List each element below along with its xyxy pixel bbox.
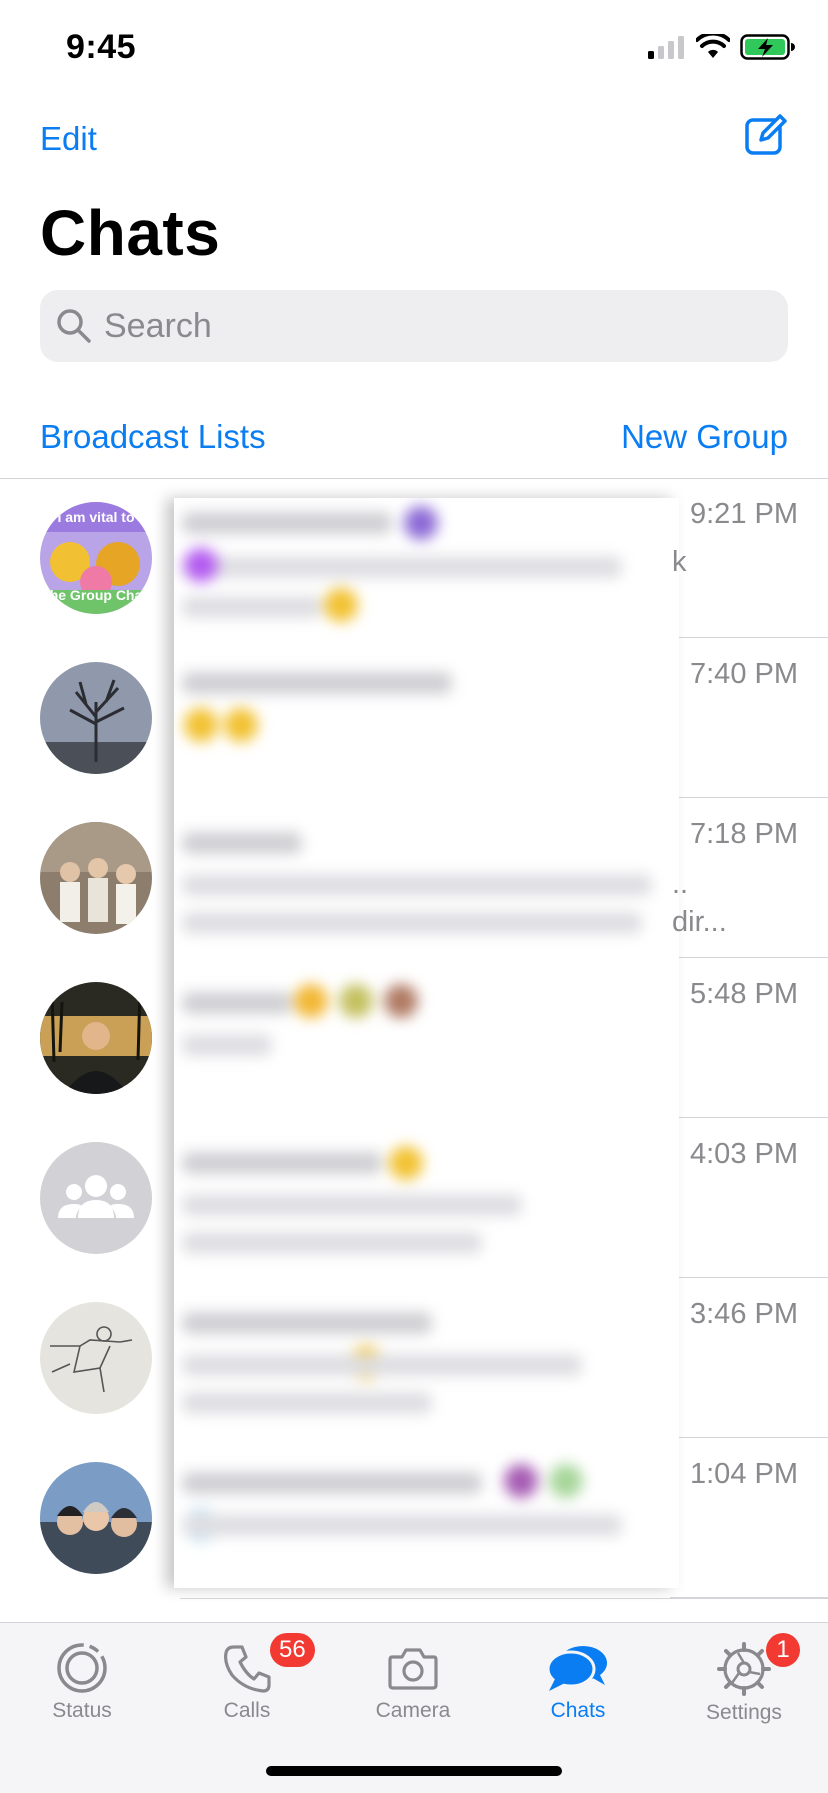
tab-label: Camera bbox=[375, 1699, 451, 1722]
chat-time: 5:48 PM bbox=[690, 978, 798, 1010]
group-placeholder-icon bbox=[58, 1175, 134, 1218]
chat-bubbles-icon bbox=[546, 1646, 607, 1691]
chat-time: 9:21 PM bbox=[690, 498, 798, 530]
chat-time: 7:40 PM bbox=[690, 658, 798, 690]
avatar bbox=[40, 1142, 152, 1254]
phone-icon bbox=[224, 1645, 271, 1693]
avatar bbox=[40, 1302, 152, 1414]
tab-label: Chats bbox=[550, 1699, 606, 1722]
tab-chats[interactable]: Chats bbox=[518, 1641, 638, 1723]
gear-icon bbox=[717, 1642, 771, 1696]
tab-label: Calls bbox=[223, 1699, 271, 1722]
chat-actions-row: Broadcast Lists New Group bbox=[40, 412, 788, 462]
status-icons bbox=[646, 34, 796, 60]
wifi-icon bbox=[696, 34, 730, 58]
tab-label: Settings bbox=[706, 1701, 782, 1724]
calls-badge: 56 bbox=[270, 1633, 315, 1667]
privacy-blur-overlay bbox=[174, 498, 679, 1588]
avatar: I am vital to the Group Chat bbox=[40, 502, 152, 614]
chat-time: 4:03 PM bbox=[690, 1138, 798, 1170]
avatar bbox=[40, 822, 152, 934]
tab-label: Status bbox=[52, 1699, 112, 1722]
chat-time: 3:46 PM bbox=[690, 1298, 798, 1330]
compose-icon[interactable] bbox=[744, 112, 788, 156]
settings-badge: 1 bbox=[766, 1633, 800, 1667]
svg-text:I am vital to: I am vital to bbox=[57, 509, 134, 525]
broadcast-lists-link[interactable]: Broadcast Lists bbox=[40, 418, 266, 456]
tab-calls[interactable]: Calls 56 bbox=[187, 1633, 315, 1723]
avatar bbox=[40, 662, 152, 774]
search-placeholder: Search bbox=[104, 306, 212, 345]
message-preview-fragment: dir... bbox=[672, 906, 727, 938]
search-bar[interactable]: Search bbox=[40, 290, 788, 362]
message-preview-fragment: .. bbox=[672, 868, 689, 900]
tab-camera[interactable]: Camera bbox=[353, 1641, 473, 1723]
chat-time: 7:18 PM bbox=[690, 818, 798, 850]
tab-settings[interactable]: Settings 1 bbox=[684, 1633, 804, 1725]
edit-button[interactable]: Edit bbox=[40, 120, 97, 158]
message-preview-fragment: k bbox=[672, 546, 687, 578]
battery-charging-icon bbox=[740, 34, 795, 60]
blurred-content bbox=[174, 498, 679, 1588]
list-bottom-divider bbox=[180, 1598, 828, 1599]
status-time: 9:45 bbox=[66, 28, 137, 66]
new-group-link[interactable]: New Group bbox=[621, 418, 788, 456]
status-ring-icon bbox=[57, 1643, 107, 1693]
avatar bbox=[40, 1462, 152, 1574]
search-icon bbox=[57, 309, 91, 343]
page-title: Chats bbox=[40, 197, 221, 269]
camera-icon bbox=[388, 1648, 438, 1690]
tab-status[interactable]: Status bbox=[22, 1641, 142, 1723]
home-indicator bbox=[266, 1766, 562, 1776]
chat-time: 1:04 PM bbox=[690, 1458, 798, 1490]
svg-text:the Group Chat: the Group Chat bbox=[45, 587, 147, 603]
cellular-signal-icon bbox=[648, 36, 684, 59]
avatar bbox=[40, 982, 152, 1094]
